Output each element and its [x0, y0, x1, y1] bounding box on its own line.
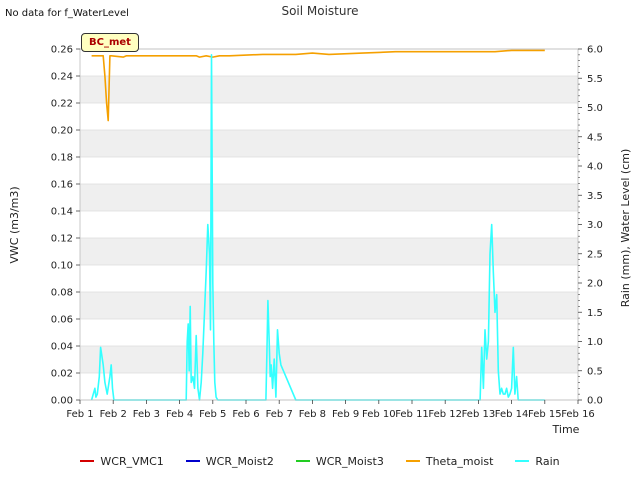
legend-item-rain: Rain: [515, 452, 560, 470]
legend-swatch-wcr-vmc1: [80, 460, 95, 462]
legend-swatch-rain: [515, 460, 530, 462]
y2-tick-label: 0.5: [587, 366, 603, 377]
right-y-axis: 0.0 0.5 1.0 1.5 2.0 2.5 3.0 3.5 4.0 4.5 5.0 5.5 6.0: [578, 45, 603, 407]
legend-label-wcr-vmc1: WCR_VMC1: [100, 454, 164, 468]
y2-tick-label: 0.0: [587, 396, 603, 407]
y2-axis-label: Rain (mm), Water Level (cm): [619, 149, 632, 308]
y2-tick-label: 1.5: [587, 308, 603, 319]
x-tick-label: Feb 5: [199, 409, 226, 420]
y2-tick-label: 2.0: [587, 279, 603, 290]
y2-tick-label: 1.0: [587, 337, 603, 348]
background-band: [80, 346, 578, 373]
background-band: [80, 130, 578, 157]
y-tick-label: 0.18: [51, 153, 73, 164]
y2-tick-label: 2.5: [587, 249, 603, 260]
x-tick-label: Feb 1: [66, 409, 93, 420]
y-tick-label: 0.26: [51, 45, 73, 56]
legend-label-rain: Rain: [535, 454, 560, 468]
background-band: [80, 184, 578, 211]
background-band: [80, 238, 578, 265]
x-axis-label: Time: [552, 423, 580, 436]
y-tick-label: 0.06: [51, 315, 73, 326]
x-tick-label: Feb 9: [332, 409, 359, 420]
background-bands: [80, 76, 578, 373]
y2-tick-label: 3.0: [587, 220, 603, 231]
site-badge: BC_met: [81, 33, 139, 52]
y-tick-label: 0.22: [51, 99, 73, 110]
x-tick-label: Feb 11: [395, 409, 429, 420]
x-tick-label: Feb 16: [561, 409, 595, 420]
legend-item-wcr-moist2: WCR_Moist2: [185, 452, 274, 470]
x-tick-label: Feb 14: [495, 409, 529, 420]
y2-tick-label: 3.5: [587, 191, 603, 202]
x-tick-label: Feb 3: [133, 409, 160, 420]
x-tick-label: Feb 2: [100, 409, 127, 420]
y-tick-label: 0.10: [51, 261, 73, 272]
legend-label-wcr-moist3: WCR_Moist3: [315, 454, 384, 468]
legend-swatch-wcr-moist2: [185, 460, 200, 462]
y2-tick-label: 5.0: [587, 103, 603, 114]
background-band: [80, 292, 578, 319]
chart-title: Soil Moisture: [281, 4, 359, 18]
y-tick-label: 0.24: [51, 72, 73, 83]
y-tick-label: 0.16: [51, 180, 73, 191]
background-band: [80, 76, 578, 103]
x-tick-label: Feb 7: [266, 409, 293, 420]
y-tick-label: 0.14: [51, 207, 73, 218]
left-y-axis: 0.00 0.02 0.04 0.06 0.08 0.10 0.12 0.14 0.16 0.18…: [51, 45, 80, 407]
y-tick-label: 0.04: [51, 342, 73, 353]
x-tick-label: Feb 12: [428, 409, 462, 420]
legend: WCR_VMC1 WCR_Moist2 WCR_Moist3 Theta_moi…: [0, 452, 640, 470]
x-tick-label: Feb 10: [362, 409, 396, 420]
y2-tick-label: 4.0: [587, 162, 603, 173]
legend-item-theta-moist: Theta_moist: [405, 452, 494, 470]
x-tick-label: Feb 13: [462, 409, 496, 420]
y-tick-label: 0.12: [51, 234, 73, 245]
legend-swatch-wcr-moist3: [295, 460, 310, 462]
chart-canvas: 0.00 0.02 0.04 0.06 0.08 0.10 0.12 0.14 0.16 0.18…: [8, 45, 632, 437]
x-tick-label: Feb 4: [166, 409, 193, 420]
legend-swatch-theta-moist: [405, 460, 420, 462]
y-tick-label: 0.08: [51, 288, 73, 299]
y2-tick-label: 5.5: [587, 74, 603, 85]
y2-tick-label: 6.0: [587, 45, 603, 56]
y2-tick-label: 4.5: [587, 132, 603, 143]
y-axis-label: VWC (m3/m3): [8, 186, 21, 263]
y-tick-label: 0.00: [51, 396, 73, 407]
legend-item-wcr-moist3: WCR_Moist3: [295, 452, 384, 470]
y-tick-label: 0.02: [51, 369, 73, 380]
legend-label-theta-moist: Theta_moist: [425, 454, 494, 468]
x-tick-label: Feb 8: [299, 409, 326, 420]
legend-label-wcr-moist2: WCR_Moist2: [205, 454, 274, 468]
legend-item-wcr-vmc1: WCR_VMC1: [80, 452, 164, 470]
y-tick-label: 0.20: [51, 126, 73, 137]
x-axis: Feb 1 Feb 2 Feb 3 Feb 4 Feb 5 Feb 6 Feb 7 Feb 8…: [66, 400, 595, 420]
x-tick-label: Feb 15: [528, 409, 562, 420]
x-tick-label: Feb 6: [232, 409, 259, 420]
